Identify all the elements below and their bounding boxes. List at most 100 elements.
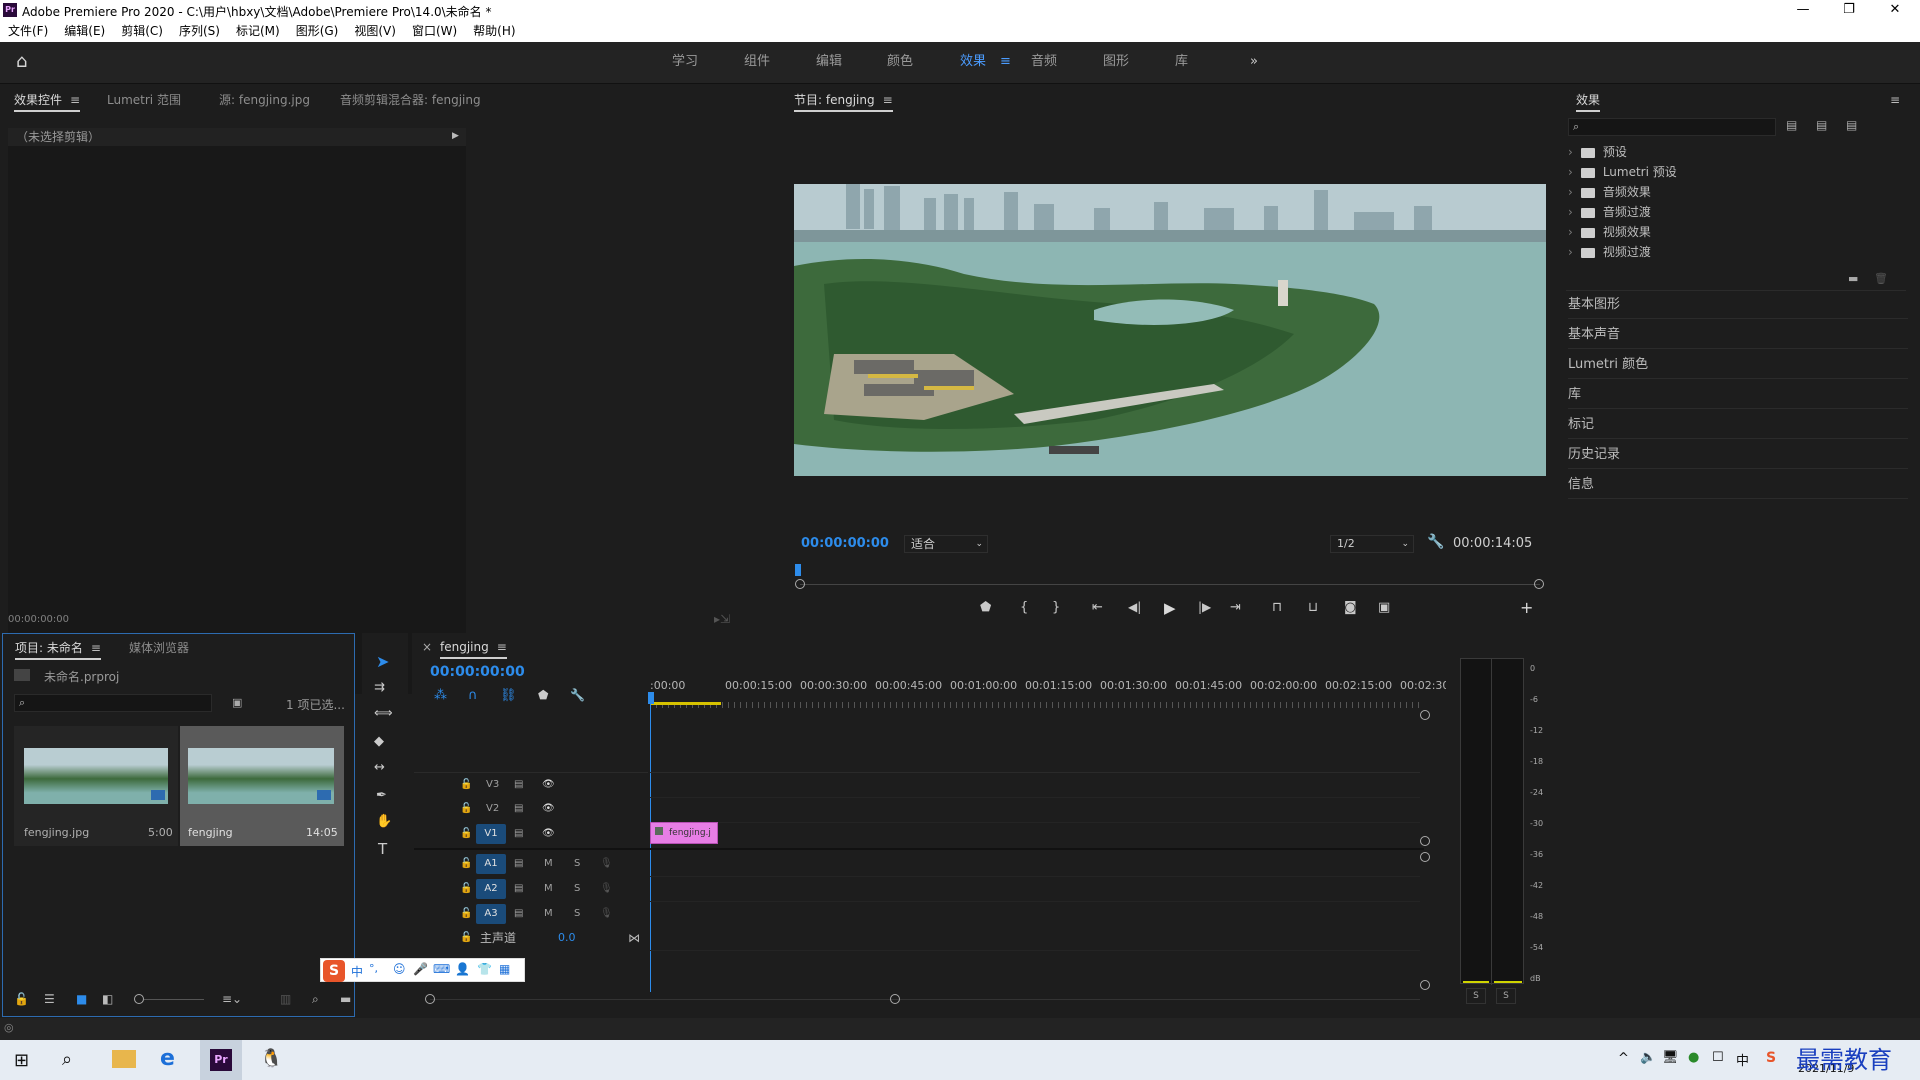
tab-media-browser[interactable]: 媒体浏览器 bbox=[129, 634, 189, 662]
master-volume[interactable]: 0.0 bbox=[558, 926, 576, 950]
menu-clip[interactable]: 剪辑(C) bbox=[113, 20, 171, 42]
expand-arrow-icon[interactable]: ▶ bbox=[452, 131, 459, 141]
sync-lock-icon[interactable]: ▤ bbox=[514, 877, 523, 901]
project-item-fengjing-sequence[interactable]: fengjing 14:05 bbox=[180, 726, 344, 846]
list-view-icon[interactable]: ☰ bbox=[44, 992, 55, 1006]
icon-view-icon[interactable]: ■ bbox=[76, 992, 87, 1006]
ime-toolbar[interactable]: S 中 °, ☺ 🎤 ⌨ 👤 👕 ▦ bbox=[320, 958, 525, 982]
zoom-slider[interactable] bbox=[144, 999, 204, 1000]
panel-lumetri-color[interactable]: Lumetri 颜色 bbox=[1568, 351, 1908, 379]
razor-tool-icon[interactable]: ◆ bbox=[374, 734, 384, 749]
solo-button[interactable]: S bbox=[574, 877, 580, 901]
solo-left-button[interactable]: S bbox=[1466, 988, 1486, 1004]
delete-icon[interactable]: 🗑 bbox=[1874, 272, 1888, 285]
video-scroll-handle-bottom[interactable] bbox=[1420, 836, 1430, 846]
effects-item-video-transitions[interactable]: › 视频过渡 bbox=[1568, 243, 1651, 261]
nest-icon[interactable]: ⁂ bbox=[434, 688, 447, 703]
search-icon[interactable]: ⌕ bbox=[62, 1049, 72, 1070]
timeline-settings-icon[interactable]: 🔧 bbox=[570, 688, 585, 702]
tab-project[interactable]: 项目: 未命名 ≡ bbox=[15, 634, 101, 662]
effects-item-lumetri-presets[interactable]: › Lumetri 预设 bbox=[1568, 163, 1677, 181]
workspace-libraries[interactable]: 库 bbox=[1175, 42, 1188, 82]
timeline-timecode[interactable]: 00:00:00:00 bbox=[430, 664, 525, 680]
menu-window[interactable]: 窗口(W) bbox=[404, 20, 465, 42]
snap-icon[interactable]: ∩ bbox=[468, 688, 478, 703]
lock-icon[interactable]: 🔓 bbox=[460, 773, 472, 797]
timeline-clip-fengjing[interactable]: fengjing.j bbox=[650, 822, 718, 844]
tray-chevron-icon[interactable]: ^ bbox=[1618, 1051, 1629, 1066]
play-icon[interactable]: ▶ bbox=[1164, 599, 1176, 617]
effects-item-audio-transitions[interactable]: › 音频过渡 bbox=[1568, 203, 1651, 221]
yuv-effects-icon[interactable]: ▤ bbox=[1846, 118, 1857, 132]
effects-item-video-effects[interactable]: › 视频效果 bbox=[1568, 223, 1651, 241]
voice-icon[interactable]: 🎤 bbox=[413, 962, 428, 976]
workspace-graphics[interactable]: 图形 bbox=[1103, 42, 1129, 82]
voiceover-mic-icon[interactable]: 🎙 bbox=[600, 902, 613, 926]
audio-scroll-handle-top[interactable] bbox=[1420, 852, 1430, 862]
mark-in-icon[interactable]: { bbox=[1020, 600, 1028, 615]
ime-tray-icon[interactable]: 中 bbox=[1736, 1050, 1749, 1069]
keyboard-icon[interactable]: ⌨ bbox=[433, 962, 450, 976]
zoom-slider-handle[interactable] bbox=[134, 994, 144, 1004]
lock-icon[interactable]: 🔓 bbox=[460, 797, 472, 821]
step-forward-icon[interactable]: |▶ bbox=[1198, 600, 1211, 614]
effects-item-presets[interactable]: › 预设 bbox=[1568, 143, 1627, 161]
lock-icon[interactable]: 🔓 bbox=[460, 902, 472, 926]
workspace-assembly[interactable]: 组件 bbox=[744, 42, 770, 82]
wrench-icon[interactable]: 🔧 bbox=[1427, 534, 1444, 550]
export-frame-camera-icon[interactable]: ◙ bbox=[1344, 600, 1357, 615]
menu-sequence[interactable]: 序列(S) bbox=[171, 20, 228, 42]
tab-program[interactable]: 节目: fengjing ≡ bbox=[794, 86, 893, 114]
panel-markers[interactable]: 标记 bbox=[1568, 411, 1908, 439]
solo-right-button[interactable]: S bbox=[1496, 988, 1516, 1004]
panel-libraries[interactable]: 库 bbox=[1568, 381, 1908, 409]
zoom-handle-left[interactable] bbox=[795, 579, 805, 589]
extract-icon[interactable]: ⊔ bbox=[1308, 600, 1318, 615]
panel-essential-sound[interactable]: 基本声音 bbox=[1568, 321, 1908, 349]
sync-lock-icon[interactable]: ▤ bbox=[514, 773, 523, 797]
ime-punct[interactable]: °, bbox=[369, 962, 378, 975]
track-label[interactable]: A1 bbox=[476, 854, 506, 874]
pen-tool-icon[interactable]: ✒ bbox=[376, 788, 387, 803]
lift-icon[interactable]: ⊓ bbox=[1272, 600, 1282, 615]
find-in-project-icon[interactable]: ▣ bbox=[232, 696, 242, 709]
comparison-view-icon[interactable]: ▣ bbox=[1378, 600, 1390, 615]
track-label[interactable]: A3 bbox=[476, 904, 506, 924]
workspace-color[interactable]: 颜色 bbox=[887, 42, 913, 82]
lock-icon[interactable]: 🔓 bbox=[460, 926, 472, 950]
type-tool-icon[interactable]: T bbox=[378, 840, 387, 858]
find-icon[interactable]: ⌕ bbox=[312, 992, 319, 1007]
tab-effect-controls[interactable]: 效果控件 ≡ bbox=[14, 86, 81, 114]
menu-markers[interactable]: 标记(M) bbox=[228, 20, 288, 42]
qq-icon[interactable]: 🐧 bbox=[260, 1048, 282, 1069]
fit-dropdown[interactable]: 适合 ⌄ bbox=[904, 535, 988, 553]
lock-icon[interactable]: 🔓 bbox=[14, 992, 29, 1006]
tab-audio-clip-mixer[interactable]: 音频剪辑混合器: fengjing bbox=[340, 86, 481, 114]
add-marker-icon[interactable]: ⬟ bbox=[980, 600, 991, 615]
voiceover-mic-icon[interactable]: 🎙 bbox=[600, 877, 613, 901]
tray-app-icon[interactable]: ● bbox=[1688, 1050, 1699, 1065]
workspace-learn[interactable]: 学习 bbox=[672, 42, 698, 82]
project-search-input[interactable]: ⌕ bbox=[14, 694, 212, 712]
windows-start-icon[interactable]: ⊞ bbox=[14, 1050, 29, 1071]
panel-essential-graphics[interactable]: 基本图形 bbox=[1568, 291, 1908, 319]
premiere-taskbar-item[interactable]: Pr bbox=[200, 1040, 242, 1080]
timeline-playhead-handle[interactable] bbox=[648, 692, 654, 704]
work-area-bar[interactable] bbox=[651, 702, 721, 705]
automate-icon[interactable]: ▥ bbox=[280, 992, 291, 1006]
minimize-button[interactable]: — bbox=[1780, 0, 1826, 20]
lock-icon[interactable]: 🔓 bbox=[460, 877, 472, 901]
mute-button[interactable]: M bbox=[544, 852, 553, 876]
freeform-view-icon[interactable]: ◧ bbox=[102, 992, 113, 1006]
sogou-tray-icon[interactable]: S bbox=[1766, 1050, 1776, 1066]
ie-browser-icon[interactable]: e bbox=[160, 1046, 175, 1071]
sync-lock-icon[interactable]: ▤ bbox=[514, 797, 523, 821]
panel-info[interactable]: 信息 bbox=[1568, 471, 1908, 499]
track-label[interactable]: V1 bbox=[476, 824, 506, 844]
step-back-icon[interactable]: ◀| bbox=[1128, 600, 1141, 614]
voiceover-mic-icon[interactable]: 🎙 bbox=[600, 852, 613, 876]
emoji-icon[interactable]: ☺ bbox=[393, 962, 406, 976]
effects-item-audio-effects[interactable]: › 音频效果 bbox=[1568, 183, 1651, 201]
menu-graphics[interactable]: 图形(G) bbox=[288, 20, 347, 42]
workspace-editing[interactable]: 编辑 bbox=[816, 42, 842, 82]
